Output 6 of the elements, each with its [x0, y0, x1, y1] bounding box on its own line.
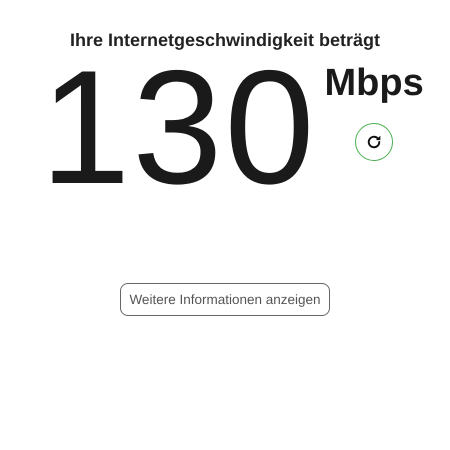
speed-value: 130	[40, 53, 317, 203]
speed-unit: Mbps	[324, 61, 424, 105]
speed-heading: Ihre Internetgeschwindigkeit beträgt	[70, 30, 380, 51]
refresh-button[interactable]	[355, 123, 394, 161]
more-info-button[interactable]: Weitere Informationen anzeigen	[120, 283, 330, 316]
refresh-icon	[365, 133, 384, 151]
